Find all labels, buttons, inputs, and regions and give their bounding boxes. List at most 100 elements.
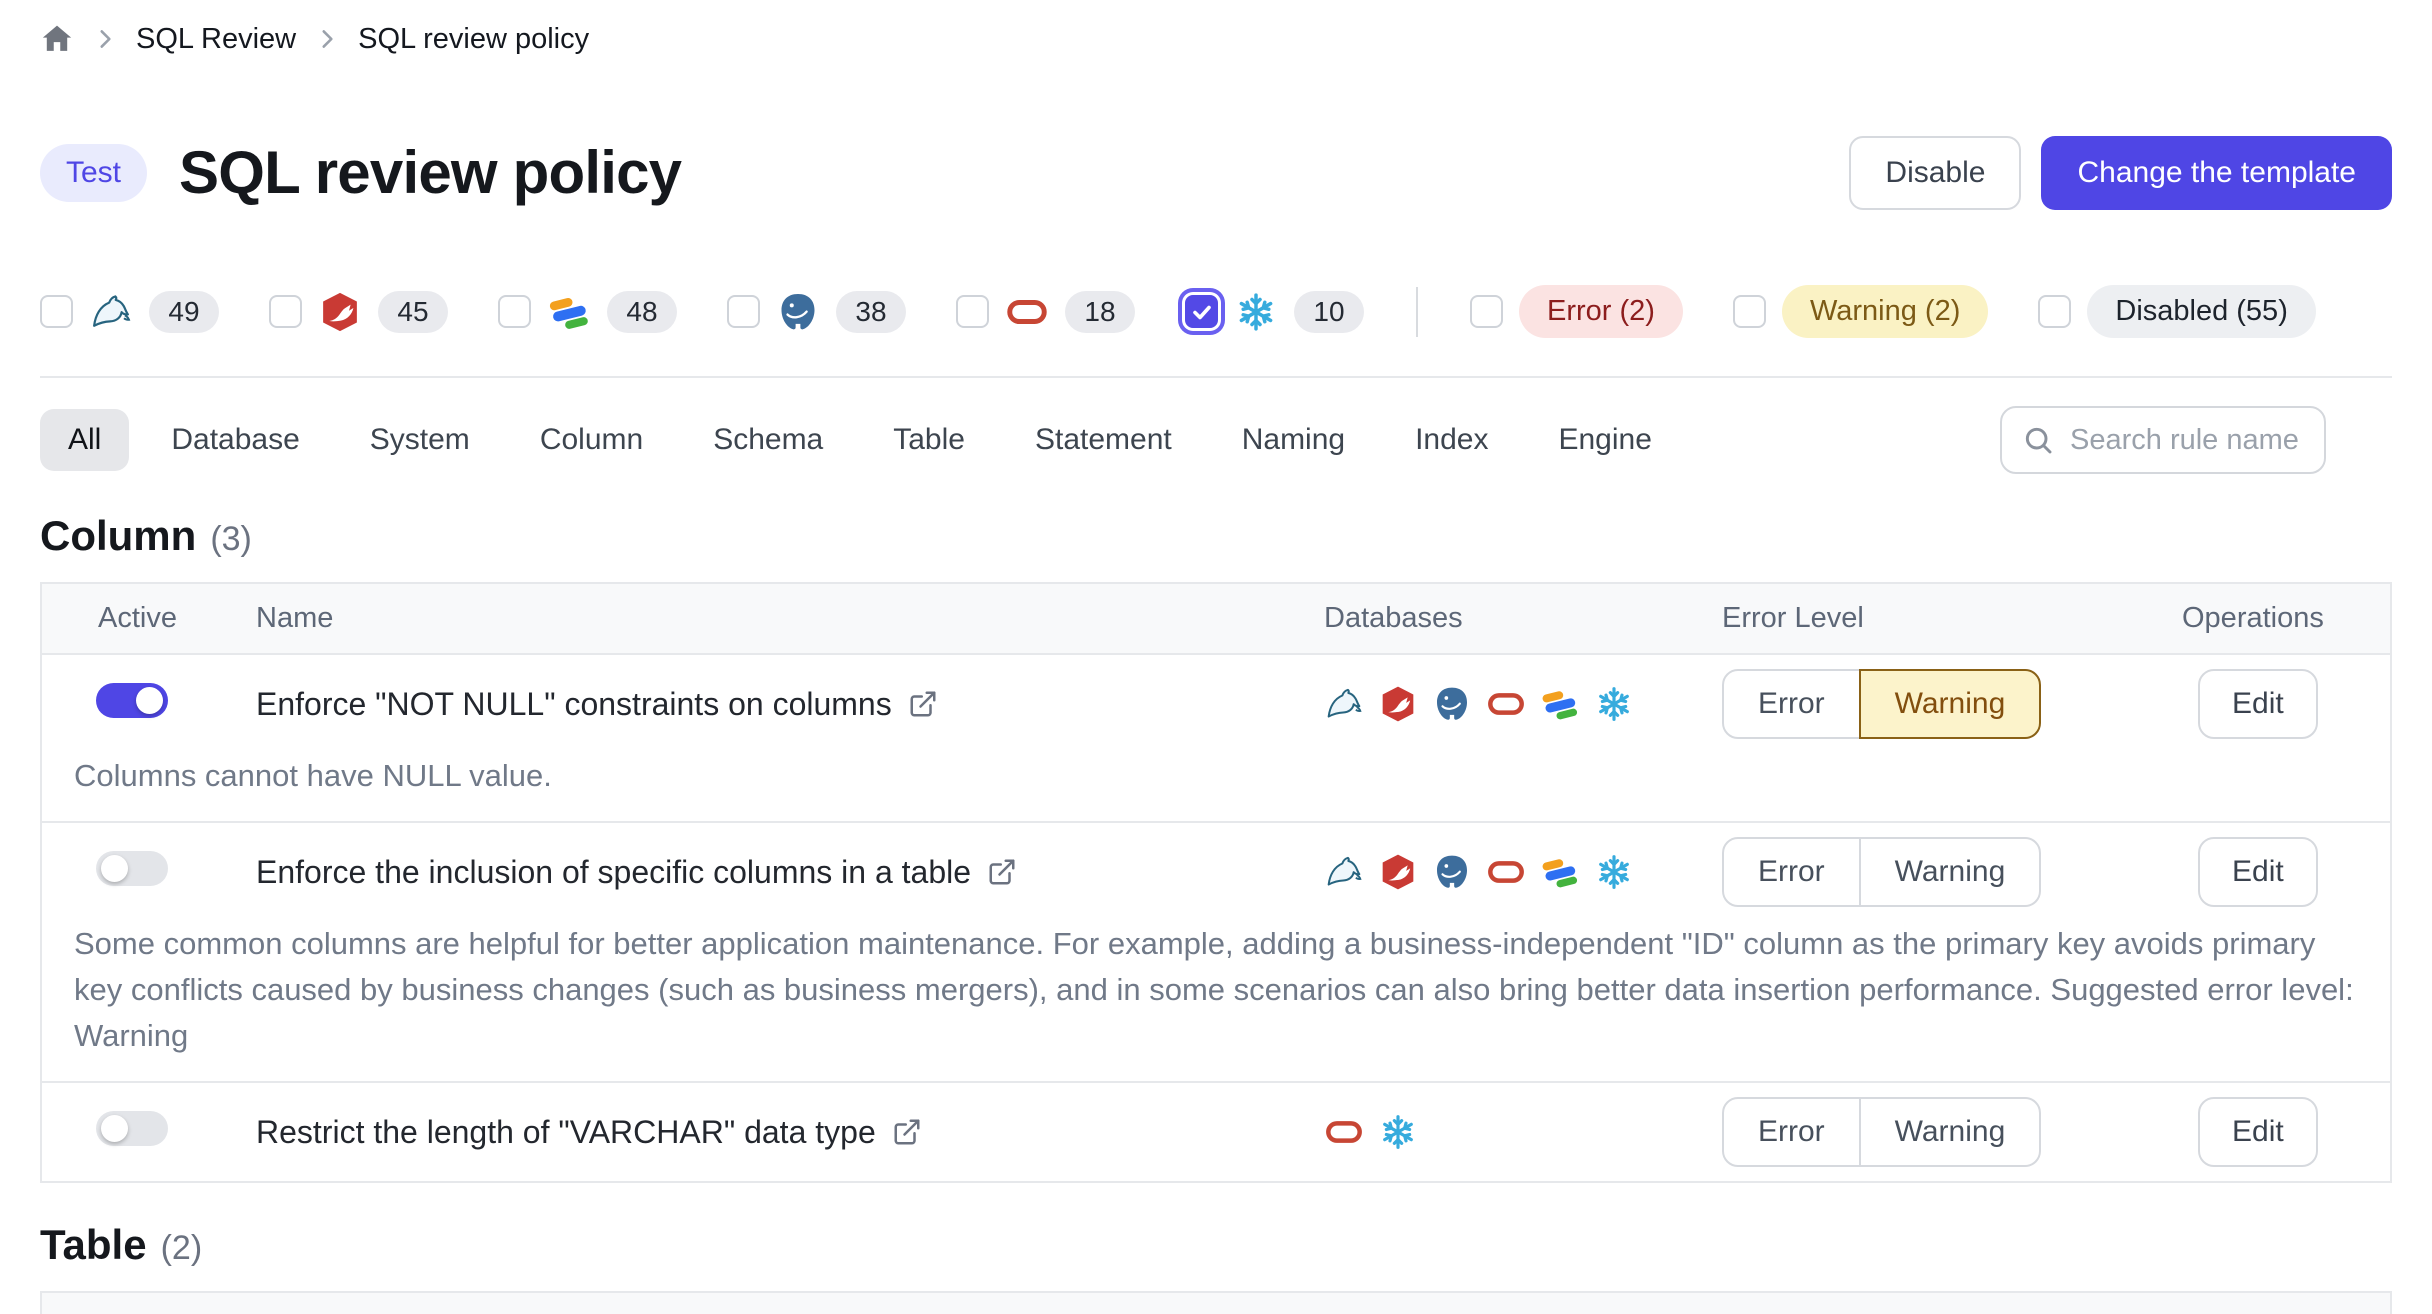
col-header-name: Name	[222, 1293, 1294, 1314]
breadcrumb-sql-review[interactable]: SQL Review	[136, 23, 296, 56]
rule-name[interactable]: Enforce "NOT NULL" constraints on column…	[256, 686, 892, 723]
rule-databases	[1294, 1112, 1718, 1152]
engine-filters: 49 45 48 38 18 10	[40, 290, 1364, 334]
engine-checkbox[interactable]	[269, 295, 302, 328]
header-actions: Disable Change the template	[1849, 136, 2392, 210]
tab-system[interactable]: System	[342, 409, 498, 471]
oracle-icon	[1486, 684, 1526, 724]
chevron-right-icon	[314, 26, 340, 52]
edit-button[interactable]: Edit	[2198, 837, 2318, 907]
oracle-icon	[1486, 852, 1526, 892]
chevron-right-icon	[92, 26, 118, 52]
rule-name[interactable]: Enforce the inclusion of specific column…	[256, 854, 971, 891]
filter-divider	[1416, 287, 1418, 337]
toggle-knob	[101, 855, 128, 882]
tab-table[interactable]: Table	[865, 409, 993, 471]
external-link-icon[interactable]	[987, 857, 1017, 887]
category-tabs: AllDatabaseSystemColumnSchemaTableStatem…	[40, 406, 2392, 474]
engine-checkbox[interactable]	[727, 295, 760, 328]
engine-filter-oracle[interactable]: 18	[956, 290, 1135, 334]
level-badge: Disabled (55)	[2087, 285, 2315, 338]
error-level-segmented-control: Error Warning	[1722, 837, 2041, 907]
warning-level-button[interactable]: Warning	[1859, 669, 2042, 739]
rule-description: Columns cannot have NULL value.	[42, 753, 2390, 821]
engine-filter-oceanbase[interactable]: 48	[498, 290, 677, 334]
level-filter-warning[interactable]: Warning (2)	[1733, 285, 1988, 338]
oceanbase-icon	[547, 290, 591, 334]
rule-sections: Column(3) Active Name Databases Error Le…	[40, 512, 2392, 1314]
tab-naming[interactable]: Naming	[1214, 409, 1373, 471]
mariadb-icon	[1378, 852, 1418, 892]
breadcrumb-sql-review-policy[interactable]: SQL review policy	[358, 23, 589, 56]
mariadb-icon	[1378, 684, 1418, 724]
level-filters: Error (2) Warning (2) Disabled (55)	[1470, 285, 2316, 338]
disable-button[interactable]: Disable	[1849, 136, 2021, 210]
tab-column[interactable]: Column	[512, 409, 671, 471]
section-column: Column(3) Active Name Databases Error Le…	[40, 512, 2392, 1183]
environment-badge[interactable]: Test	[40, 144, 147, 202]
tab-engine[interactable]: Engine	[1530, 409, 1679, 471]
rule-row: Enforce the inclusion of specific column…	[42, 823, 2390, 1083]
sql-review-policy-page: SQL Review SQL review policy Test SQL re…	[0, 0, 2432, 1314]
warning-level-button[interactable]: Warning	[1859, 1097, 2042, 1167]
rule-description: Some common columns are helpful for bett…	[42, 921, 2390, 1081]
engine-filter-mysql[interactable]: 49	[40, 290, 219, 334]
tab-statement[interactable]: Statement	[1007, 409, 1200, 471]
engine-filter-postgresql[interactable]: 38	[727, 290, 906, 334]
snowflake-icon	[1594, 684, 1634, 724]
rules-table: Active Name Databases Error Level Operat…	[40, 1291, 2392, 1314]
level-filter-error[interactable]: Error (2)	[1470, 285, 1683, 338]
tab-schema[interactable]: Schema	[685, 409, 851, 471]
level-badge: Warning (2)	[1782, 285, 1988, 338]
search-box	[2000, 406, 2326, 474]
postgresql-icon	[776, 290, 820, 334]
postgresql-icon	[1432, 852, 1472, 892]
engine-checkbox[interactable]	[1185, 295, 1218, 328]
toggle-knob	[136, 687, 163, 714]
level-checkbox[interactable]	[1470, 295, 1503, 328]
section-title: Table	[40, 1221, 147, 1269]
rules-table: Active Name Databases Error Level Operat…	[40, 582, 2392, 1183]
engine-count-badge: 49	[149, 291, 219, 333]
rule-row: Restrict the length of "VARCHAR" data ty…	[42, 1083, 2390, 1181]
rule-name[interactable]: Restrict the length of "VARCHAR" data ty…	[256, 1114, 876, 1151]
active-toggle[interactable]	[96, 1111, 168, 1146]
level-filter-disabled[interactable]: Disabled (55)	[2038, 285, 2315, 338]
col-header-error-level: Error Level	[1718, 1293, 2154, 1314]
table-header-row: Active Name Databases Error Level Operat…	[42, 584, 2390, 655]
change-template-button[interactable]: Change the template	[2041, 136, 2392, 210]
external-link-icon[interactable]	[908, 689, 938, 719]
tab-index[interactable]: Index	[1387, 409, 1516, 471]
engine-count-badge: 38	[836, 291, 906, 333]
engine-checkbox[interactable]	[956, 295, 989, 328]
col-header-name: Name	[222, 584, 1294, 653]
mysql-icon	[89, 290, 133, 334]
section-divider	[40, 376, 2392, 378]
col-header-active: Active	[42, 584, 222, 653]
active-toggle[interactable]	[96, 851, 168, 886]
col-header-operations: Operations	[2154, 1293, 2390, 1314]
page-header: Test SQL review policy Disable Change th…	[40, 98, 2392, 247]
tab-all[interactable]: All	[40, 409, 129, 471]
external-link-icon[interactable]	[892, 1117, 922, 1147]
error-level-segmented-control: Error Warning	[1722, 1097, 2041, 1167]
level-checkbox[interactable]	[2038, 295, 2071, 328]
error-level-button[interactable]: Error	[1722, 669, 1861, 739]
toggle-knob	[101, 1115, 128, 1142]
error-level-button[interactable]: Error	[1722, 837, 1861, 907]
edit-button[interactable]: Edit	[2198, 669, 2318, 739]
active-toggle[interactable]	[96, 683, 168, 718]
tab-database[interactable]: Database	[143, 409, 327, 471]
page-title: SQL review policy	[179, 138, 681, 207]
engine-filter-snowflake[interactable]: 10	[1185, 290, 1364, 334]
engine-count-badge: 45	[378, 291, 448, 333]
level-checkbox[interactable]	[1733, 295, 1766, 328]
engine-filter-mariadb[interactable]: 45	[269, 290, 448, 334]
error-level-button[interactable]: Error	[1722, 1097, 1861, 1167]
edit-button[interactable]: Edit	[2198, 1097, 2318, 1167]
engine-checkbox[interactable]	[40, 295, 73, 328]
warning-level-button[interactable]: Warning	[1859, 837, 2042, 907]
home-icon[interactable]	[40, 22, 74, 56]
postgresql-icon	[1432, 684, 1472, 724]
engine-checkbox[interactable]	[498, 295, 531, 328]
